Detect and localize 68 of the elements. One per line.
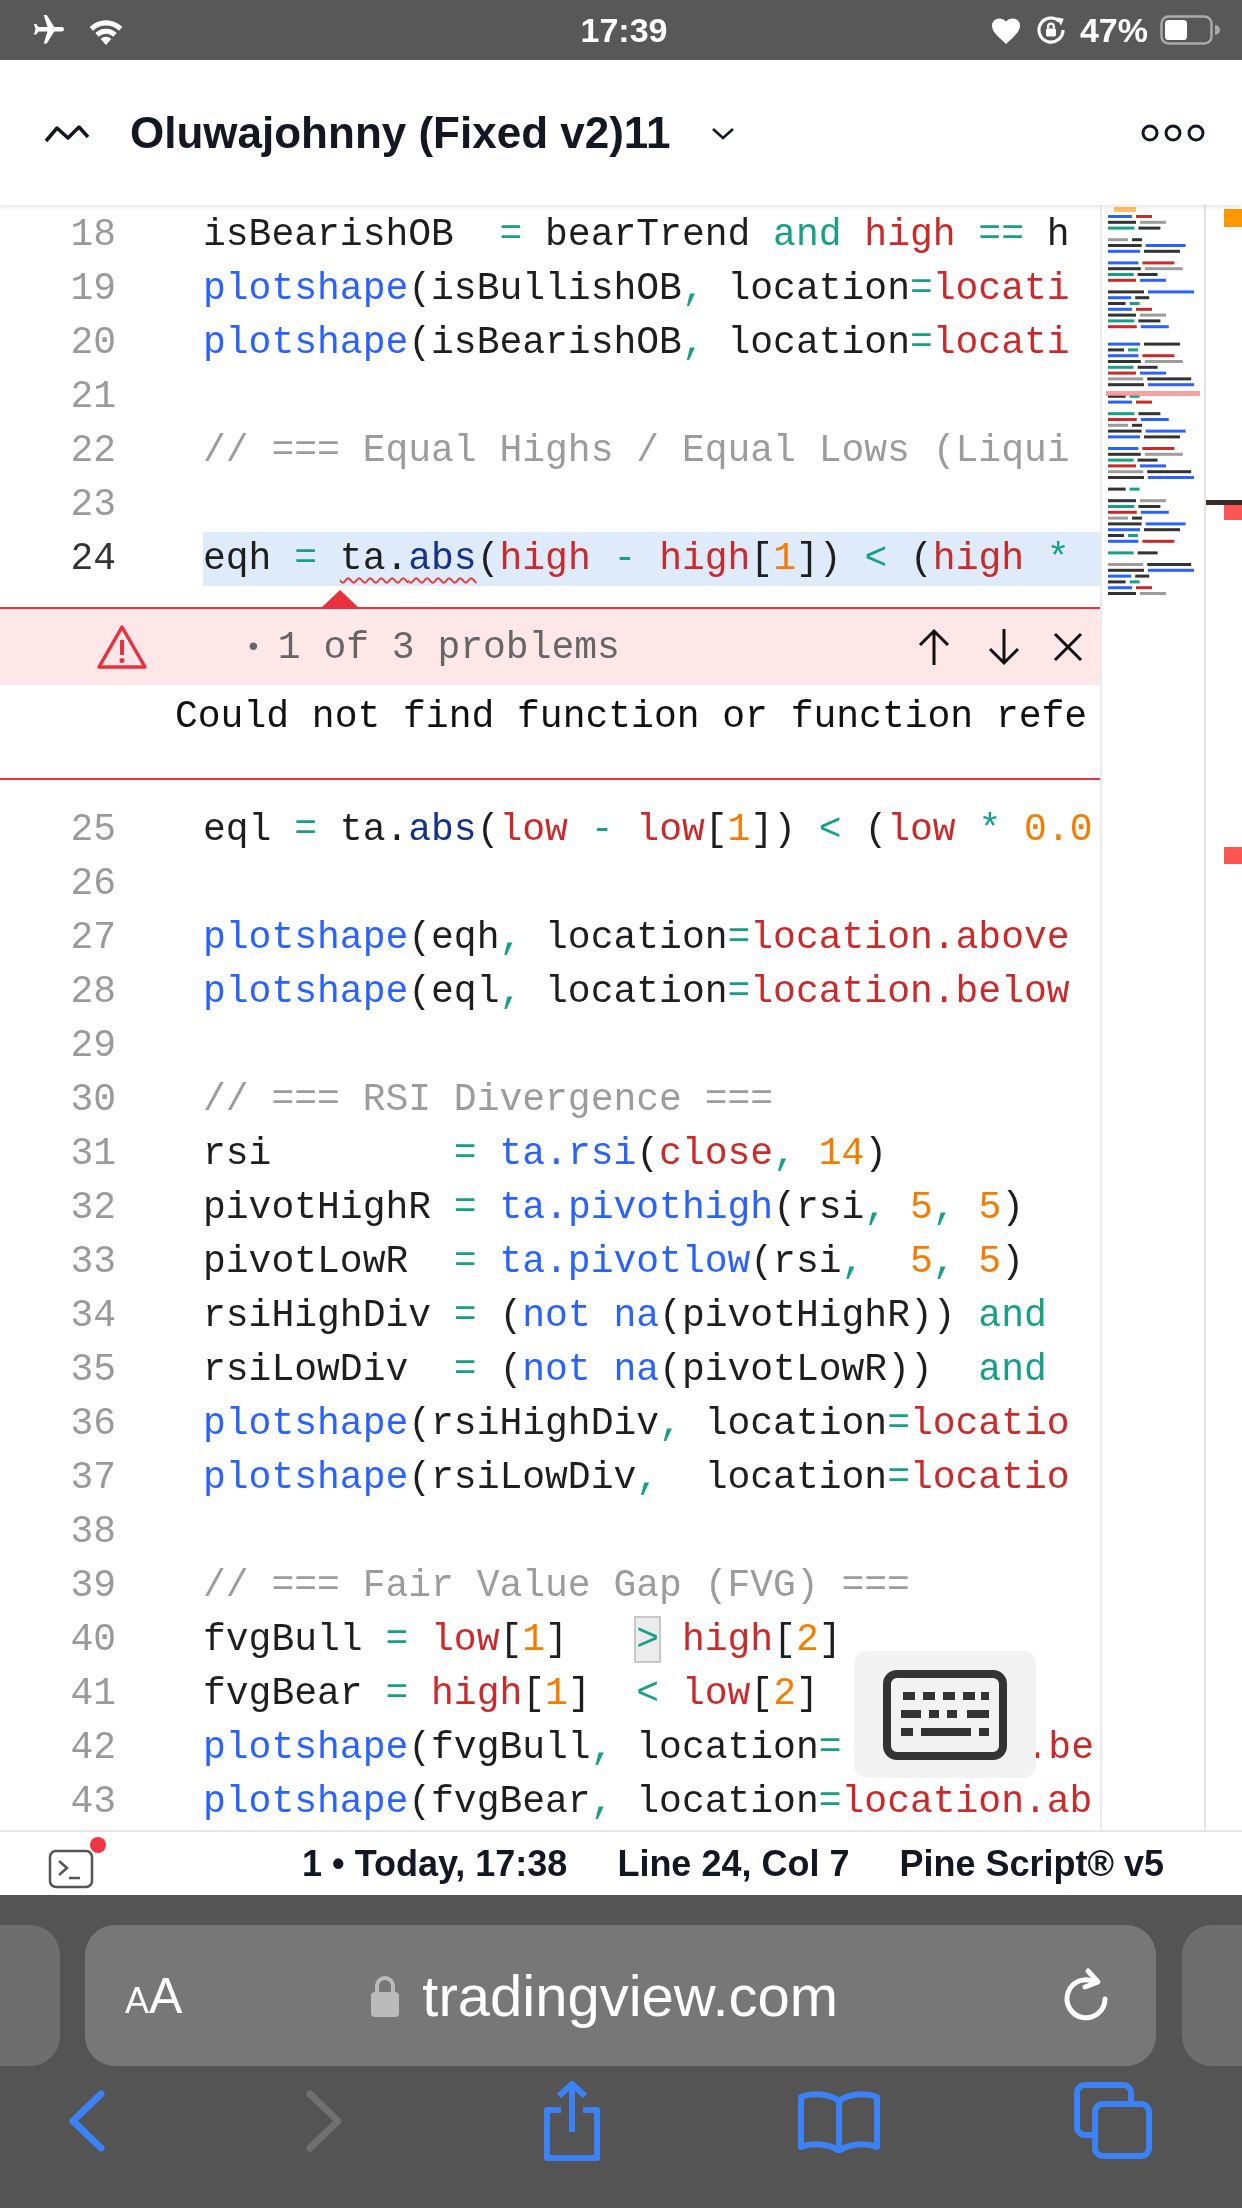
- line-number: 34: [69, 1293, 116, 1339]
- line-number: 37: [69, 1455, 116, 1501]
- warning-icon: [96, 624, 148, 670]
- line-number: 41: [69, 1671, 116, 1717]
- code-line: isBearishOB = bearTrend and high == h: [203, 212, 1070, 258]
- code-line: plotshape(isBearishOB, location=locati: [203, 320, 1070, 366]
- keyboard-icon: [882, 1669, 1007, 1760]
- battery-percent: 47%: [1079, 10, 1148, 50]
- code-line: // === Equal Highs / Equal Lows (Liqui: [203, 428, 1070, 474]
- code-line: eql = ta.abs(low - low[1]) < (low * 0.0: [203, 807, 1093, 853]
- code-line: plotshape(eql, location=location.below: [203, 969, 1070, 1015]
- line-number: 35: [69, 1347, 116, 1393]
- code-line: fvgBull = low[1] > high[2]: [203, 1617, 842, 1663]
- code-line: plotshape(rsiLowDiv, location=locatio: [203, 1455, 1070, 1501]
- cursor-position: Line 24, Col 7: [617, 1842, 850, 1885]
- line-number: 32: [69, 1185, 116, 1231]
- code-line: pivotHighR = ta.pivothigh(rsi, 5, 5): [203, 1185, 1024, 1231]
- keyboard-button[interactable]: [853, 1651, 1036, 1778]
- problem-counter: 1 of 3 problems: [277, 625, 620, 669]
- script-title: Oluwajohnny (Fixed v2)11: [130, 107, 671, 158]
- bullet: •: [245, 631, 262, 663]
- line-number: 18: [69, 212, 116, 258]
- line-number: 28: [69, 969, 116, 1015]
- line-number: 38: [69, 1509, 116, 1555]
- heart-icon: [989, 15, 1022, 45]
- line-number: 22: [69, 428, 116, 474]
- line-number: 36: [69, 1401, 116, 1447]
- line-number: 19: [69, 266, 116, 312]
- line-number: 33: [69, 1239, 116, 1285]
- line-number: 27: [69, 915, 116, 961]
- language-label: Pine Script® v5: [899, 1842, 1165, 1885]
- code-line: plotshape(isBullishOB, location=locati: [203, 266, 1070, 312]
- clock-time: 17:39: [580, 10, 668, 50]
- terminal-icon[interactable]: [48, 1836, 106, 1891]
- code-line: fvgBear = high[1] < low[2]: [203, 1671, 819, 1717]
- line-number: 26: [69, 861, 116, 907]
- arrow-down-icon[interactable]: [986, 627, 1022, 667]
- line-number: 21: [69, 374, 116, 420]
- code-line: .be: [1025, 1725, 1094, 1771]
- line-number: 42: [69, 1725, 116, 1771]
- line-number: 23: [69, 482, 116, 528]
- code-line: // === RSI Divergence ===: [203, 1077, 774, 1123]
- code-line: rsiLowDiv = (not na(pivotLowR)) and: [203, 1347, 1047, 1393]
- code-line: plotshape(eqh, location=location.above: [203, 915, 1070, 961]
- arrow-up-icon[interactable]: [916, 627, 952, 667]
- code-line: plotshape(fvgBear, location=location.ab: [203, 1779, 1093, 1825]
- version-info: 1 • Today, 17:38: [302, 1842, 568, 1885]
- line-number: 40: [69, 1617, 116, 1663]
- code-line: plotshape(rsiHighDiv, location=locatio: [203, 1401, 1070, 1447]
- problem-message: Could not find function or function refe: [174, 694, 1089, 740]
- line-number: 29: [69, 1023, 116, 1069]
- battery-icon: [1160, 15, 1220, 45]
- code-line: plotshape(fvgBull, location=: [203, 1725, 842, 1771]
- line-number: 30: [69, 1077, 116, 1123]
- url-text: tradingview.com: [422, 1962, 839, 2029]
- line-number: 24: [69, 536, 116, 582]
- text-size-button[interactable]: AA: [124, 1966, 183, 2025]
- line-number: 43: [69, 1779, 116, 1825]
- code-line: rsiHighDiv = (not na(pivotHighR)) and: [203, 1293, 1047, 1339]
- line-number: 39: [69, 1563, 116, 1609]
- code-line: pivotLowR = ta.pivotlow(rsi, 5, 5): [203, 1239, 1024, 1285]
- line-number: 31: [69, 1131, 116, 1177]
- line-number: 25: [69, 807, 116, 853]
- code-line: rsi = ta.rsi(close, 14): [203, 1131, 888, 1177]
- close-icon[interactable]: [1052, 631, 1084, 663]
- code-line: // === Fair Value Gap (FVG) ===: [203, 1563, 910, 1609]
- address-bar[interactable]: AA tradingview.com: [84, 1925, 1157, 2066]
- line-number: 20: [69, 320, 116, 366]
